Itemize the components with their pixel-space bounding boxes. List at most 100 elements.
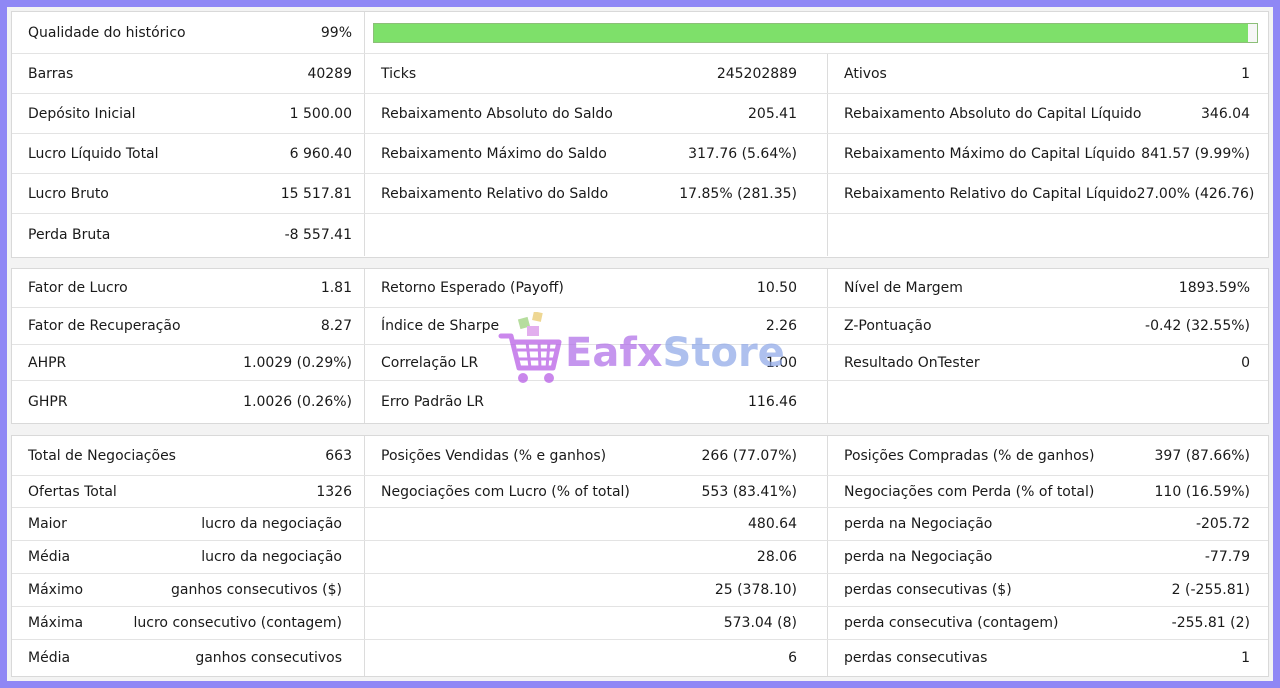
cell-value: 663 xyxy=(325,447,352,464)
cell-value: 397 (87.66%) xyxy=(1154,447,1250,464)
history-quality-bar-fill xyxy=(374,23,1249,42)
cell-value: 317.76 (5.64%) xyxy=(688,145,797,162)
cell-value: -0.42 (32.55%) xyxy=(1145,318,1250,334)
cell-label: GHPR xyxy=(28,394,68,410)
cell-value: 346.04 xyxy=(1201,105,1250,122)
cell-label: Perda Bruta xyxy=(28,227,111,243)
table-row: Maior lucro da negociação 480.64 perda na N… xyxy=(12,508,1268,541)
table-cell: Negociações com Lucro (% of total) 553 (8… xyxy=(365,476,828,507)
table-cell: Resultado OnTester 0 xyxy=(828,345,1268,380)
cell-value: 1 xyxy=(1241,650,1250,666)
cell-value: -255.81 (2) xyxy=(1171,615,1250,631)
cell-value: 110 (16.59%) xyxy=(1154,483,1250,500)
table-cell: 573.04 (8) xyxy=(365,607,828,639)
cell-value: 1 500.00 xyxy=(289,105,352,122)
table-cell: Rebaixamento Máximo do Capital Líquido 84… xyxy=(828,134,1268,173)
cell-label: Média xyxy=(28,650,71,666)
cell-value: 116.46 xyxy=(748,394,797,410)
table-row: Lucro Líquido Total 6 960.40 Rebaixamento … xyxy=(12,134,1268,174)
cell-label: Z-Pontuação xyxy=(844,318,932,334)
table-cell: Retorno Esperado (Payoff) 10.50 xyxy=(365,269,828,307)
table-cell: Máxima lucro consecutivo (contagem) xyxy=(12,607,365,639)
cell-sublabel: lucro da negociação xyxy=(201,516,342,532)
table-cell: 25 (378.10) xyxy=(365,574,828,606)
table-cell: perdas consecutivas ($) 2 (-255.81) xyxy=(828,574,1268,606)
table-row: Máxima lucro consecutivo (contagem) 573.04… xyxy=(12,607,1268,640)
table-row: Máximo ganhos consecutivos ($) 25 (378.10)… xyxy=(12,574,1268,607)
cell-label: Erro Padrão LR xyxy=(381,394,484,410)
table-cell: Depósito Inicial 1 500.00 xyxy=(12,94,365,133)
cell-label: Total de Negociações xyxy=(28,447,176,464)
history-quality-bar xyxy=(373,22,1258,43)
cell-label: Fator de Recuperação xyxy=(28,318,181,334)
cell-label: Rebaixamento Absoluto do Saldo xyxy=(381,105,613,122)
table-cell: Índice de Sharpe 2.26 xyxy=(365,308,828,344)
table-row: Depósito Inicial 1 500.00 Rebaixamento Abs… xyxy=(12,94,1268,134)
table-row: GHPR 1.0026 (0.26%) Erro Padrão LR 116.46 xyxy=(12,381,1268,423)
table-cell: Rebaixamento Absoluto do Capital Líquido… xyxy=(828,94,1268,133)
trades-panel: Total de Negociações 663 Posições Vendidas… xyxy=(11,435,1269,677)
cell-sublabel: lucro consecutivo (contagem) xyxy=(133,615,342,631)
cell-value: 1.0026 (0.26%) xyxy=(243,394,352,410)
table-row: Barras 40289 Ticks 245202889 Ativos 1 xyxy=(12,54,1268,94)
cell-value: 205.41 xyxy=(748,105,797,122)
cell-sublabel: ganhos consecutivos xyxy=(195,650,342,666)
cell-label: perda na Negociação xyxy=(844,516,993,532)
table-cell: Maior lucro da negociação xyxy=(12,508,365,540)
table-cell: Rebaixamento Absoluto do Saldo 205.41 xyxy=(365,94,828,133)
cell-label: Índice de Sharpe xyxy=(381,318,500,334)
table-cell: Ofertas Total 1326 xyxy=(12,476,365,507)
table-cell: Barras 40289 xyxy=(12,54,365,93)
table-row: Fator de Recuperação 8.27 Índice de Sharpe… xyxy=(12,308,1268,345)
cell-value: 28.06 xyxy=(756,549,797,565)
cell-label: Nível de Margem xyxy=(844,280,963,296)
report-frame: Qualidade do histórico 99% Barras 40289 Ti… xyxy=(7,7,1273,681)
cell-label: Ofertas Total xyxy=(28,483,117,500)
cell-label: Barras xyxy=(28,65,74,82)
cell-sublabel: lucro da negociação xyxy=(201,549,342,565)
table-cell: Lucro Bruto 15 517.81 xyxy=(12,174,365,213)
table-cell: Posições Compradas (% de ganhos) 397 (87.… xyxy=(828,436,1268,475)
table-cell xyxy=(828,381,1268,423)
cell-label: Máxima xyxy=(28,615,84,631)
cell-label: Rebaixamento Máximo do Saldo xyxy=(381,145,607,162)
cell-label: Máximo xyxy=(28,582,84,598)
cell-label: Fator de Lucro xyxy=(28,280,128,296)
cell-value: 1326 xyxy=(316,483,352,500)
cell-label: Resultado OnTester xyxy=(844,354,980,371)
cell-label: Negociações com Perda (% of total) xyxy=(844,483,1095,500)
cell-sublabel: ganhos consecutivos ($) xyxy=(171,582,342,598)
table-cell: Posições Vendidas (% e ganhos) 266 (77.07… xyxy=(365,436,828,475)
cell-label: Negociações com Lucro (% of total) xyxy=(381,483,630,500)
table-cell: Correlação LR 1.00 xyxy=(365,345,828,380)
table-cell: Lucro Líquido Total 6 960.40 xyxy=(12,134,365,173)
cell-value: 15 517.81 xyxy=(280,185,352,202)
table-cell: Média ganhos consecutivos xyxy=(12,640,365,676)
table-cell: GHPR 1.0026 (0.26%) xyxy=(12,381,365,423)
table-cell: Z-Pontuação -0.42 (32.55%) xyxy=(828,308,1268,344)
history-quality-cell: Qualidade do histórico 99% xyxy=(12,12,365,53)
table-cell: Total de Negociações 663 xyxy=(12,436,365,475)
table-cell: Ativos 1 xyxy=(828,54,1268,93)
cell-value: 841.57 (9.99%) xyxy=(1141,145,1250,162)
table-cell: Negociações com Perda (% of total) 110 (1… xyxy=(828,476,1268,507)
table-cell xyxy=(365,214,828,256)
summary-panel: Qualidade do histórico 99% Barras 40289 Ti… xyxy=(11,11,1269,258)
cell-label: perda consecutiva (contagem) xyxy=(844,615,1059,631)
cell-value: -8 557.41 xyxy=(284,227,352,243)
cell-value: 2 (-255.81) xyxy=(1171,582,1250,598)
cell-value: 1893.59% xyxy=(1178,280,1250,296)
table-cell: Máximo ganhos consecutivos ($) xyxy=(12,574,365,606)
cell-label: Média xyxy=(28,549,71,565)
history-quality-bar-cell xyxy=(365,12,1268,53)
table-cell: perda na Negociação -77.79 xyxy=(828,541,1268,573)
table-cell: Ticks 245202889 xyxy=(365,54,828,93)
table-row: Total de Negociações 663 Posições Vendidas… xyxy=(12,436,1268,476)
table-cell: Rebaixamento Máximo do Saldo 317.76 (5.64… xyxy=(365,134,828,173)
cell-value: 6 960.40 xyxy=(289,145,352,162)
cell-value: 1 xyxy=(1241,65,1250,82)
cell-value: 2.26 xyxy=(765,318,797,334)
cell-value: 27.00% (426.76) xyxy=(1136,185,1255,202)
table-cell: AHPR 1.0029 (0.29%) xyxy=(12,345,365,380)
cell-label: perdas consecutivas ($) xyxy=(844,582,1012,598)
